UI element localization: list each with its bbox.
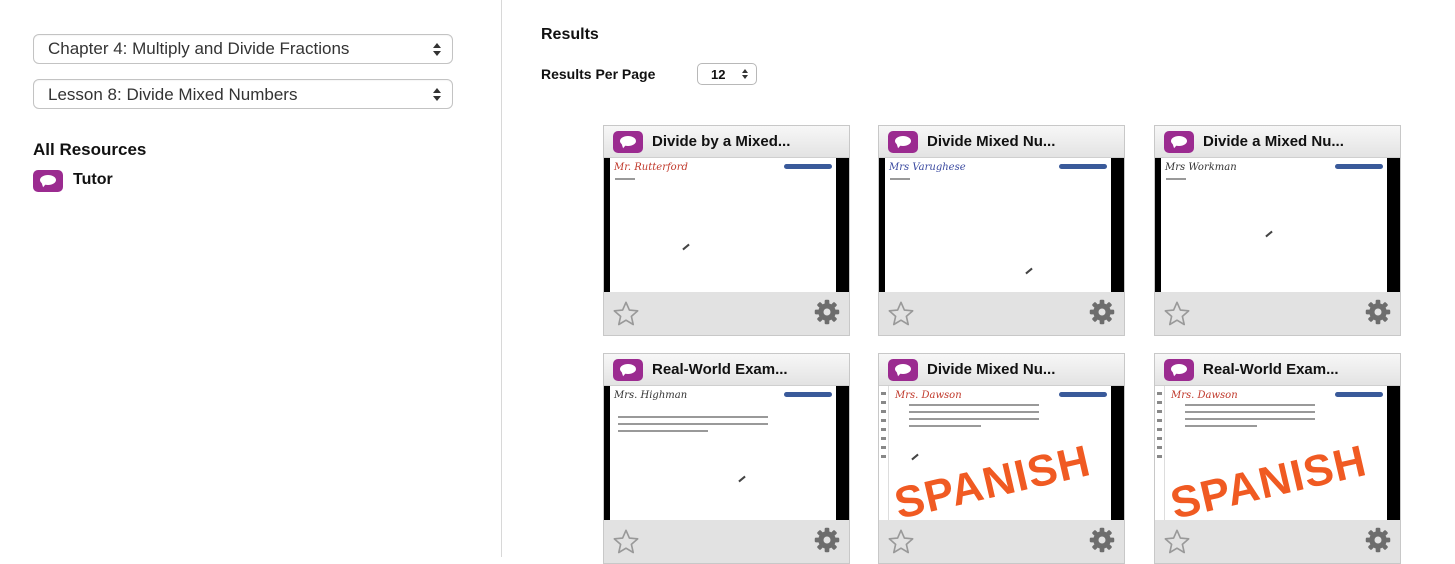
chat-bubble-icon [1164, 131, 1194, 153]
left-sidebar: Chapter 4: Multiply and Divide Fractions… [0, 0, 500, 557]
teacher-name: Mrs. Highman [614, 390, 688, 401]
card-title[interactable]: Real-World Exam... [1203, 361, 1339, 378]
star-icon[interactable] [887, 300, 915, 328]
teacher-name: Mrs. Dawson [1171, 390, 1238, 401]
resource-card[interactable]: Real-World Exam... Mrs. Dawson SPANISH [1154, 353, 1401, 564]
gear-icon[interactable] [1364, 298, 1392, 326]
star-icon[interactable] [612, 300, 640, 328]
results-per-page-select[interactable]: 12 [697, 63, 757, 85]
resource-card[interactable]: Divide by a Mixed... Mr. Rutterford [603, 125, 850, 336]
card-header[interactable]: Divide a Mixed Nu... [1155, 126, 1400, 158]
lesson-select-value: Lesson 8: Divide Mixed Numbers [48, 85, 298, 104]
video-thumbnail[interactable]: Mrs Varughese [879, 158, 1124, 292]
chat-bubble-icon [888, 131, 918, 153]
lesson-select[interactable]: Lesson 8: Divide Mixed Numbers [33, 79, 453, 109]
star-icon[interactable] [612, 528, 640, 556]
results-per-page-value: 12 [711, 67, 726, 82]
video-thumbnail[interactable]: Mrs Workman [1155, 158, 1400, 292]
chapter-select-value: Chapter 4: Multiply and Divide Fractions [48, 39, 350, 58]
results-per-page-label: Results Per Page [541, 66, 656, 82]
video-thumbnail[interactable]: Mrs. Dawson SPANISH [879, 386, 1124, 520]
card-title[interactable]: Divide Mixed Nu... [927, 361, 1055, 378]
select-arrows-icon [433, 43, 442, 57]
card-footer [1155, 292, 1400, 335]
chat-bubble-icon [613, 131, 643, 153]
card-header[interactable]: Real-World Exam... [604, 354, 849, 386]
star-icon[interactable] [1163, 300, 1191, 328]
spanish-overlay: SPANISH [889, 436, 1096, 520]
chapter-select[interactable]: Chapter 4: Multiply and Divide Fractions [33, 34, 453, 64]
gear-icon[interactable] [1364, 526, 1392, 554]
card-title[interactable]: Divide by a Mixed... [652, 133, 790, 150]
gear-icon[interactable] [1088, 298, 1116, 326]
video-thumbnail[interactable]: Mrs. Dawson SPANISH [1155, 386, 1400, 520]
spanish-overlay: SPANISH [1165, 436, 1372, 520]
select-arrows-icon [433, 88, 442, 102]
drawing-toolbar [1155, 386, 1165, 520]
select-arrows-icon [742, 69, 749, 80]
card-title[interactable]: Real-World Exam... [652, 361, 788, 378]
teacher-name: Mr. Rutterford [614, 162, 688, 173]
card-header[interactable]: Divide Mixed Nu... [879, 354, 1124, 386]
teacher-name: Mrs. Dawson [895, 390, 962, 401]
star-icon[interactable] [887, 528, 915, 556]
card-header[interactable]: Divide Mixed Nu... [879, 126, 1124, 158]
card-title[interactable]: Divide Mixed Nu... [927, 133, 1055, 150]
all-resources-heading[interactable]: All Resources [33, 140, 146, 160]
resource-card[interactable]: Real-World Exam... Mrs. Highman [603, 353, 850, 564]
card-footer [879, 292, 1124, 335]
video-thumbnail[interactable]: Mr. Rutterford [604, 158, 849, 292]
card-footer [604, 292, 849, 335]
drawing-toolbar [879, 386, 889, 520]
star-icon[interactable] [1163, 528, 1191, 556]
results-title: Results [541, 26, 599, 43]
gear-icon[interactable] [813, 298, 841, 326]
tutor-filter-label: Tutor [73, 171, 113, 188]
gear-icon[interactable] [1088, 526, 1116, 554]
gear-icon[interactable] [813, 526, 841, 554]
chat-bubble-icon [1164, 359, 1194, 381]
card-header[interactable]: Real-World Exam... [1155, 354, 1400, 386]
resource-card[interactable]: Divide Mixed Nu... Mrs Varughese [878, 125, 1125, 336]
chat-bubble-icon [33, 170, 63, 192]
chat-bubble-icon [613, 359, 643, 381]
card-header[interactable]: Divide by a Mixed... [604, 126, 849, 158]
teacher-name: Mrs Varughese [889, 162, 966, 173]
resource-card[interactable]: Divide Mixed Nu... Mrs. Dawson SPANISH [878, 353, 1125, 564]
card-title[interactable]: Divide a Mixed Nu... [1203, 133, 1344, 150]
video-thumbnail[interactable]: Mrs. Highman [604, 386, 849, 520]
resource-card[interactable]: Divide a Mixed Nu... Mrs Workman [1154, 125, 1401, 336]
teacher-name: Mrs Workman [1165, 162, 1237, 173]
chat-bubble-icon [888, 359, 918, 381]
divider [501, 0, 502, 557]
